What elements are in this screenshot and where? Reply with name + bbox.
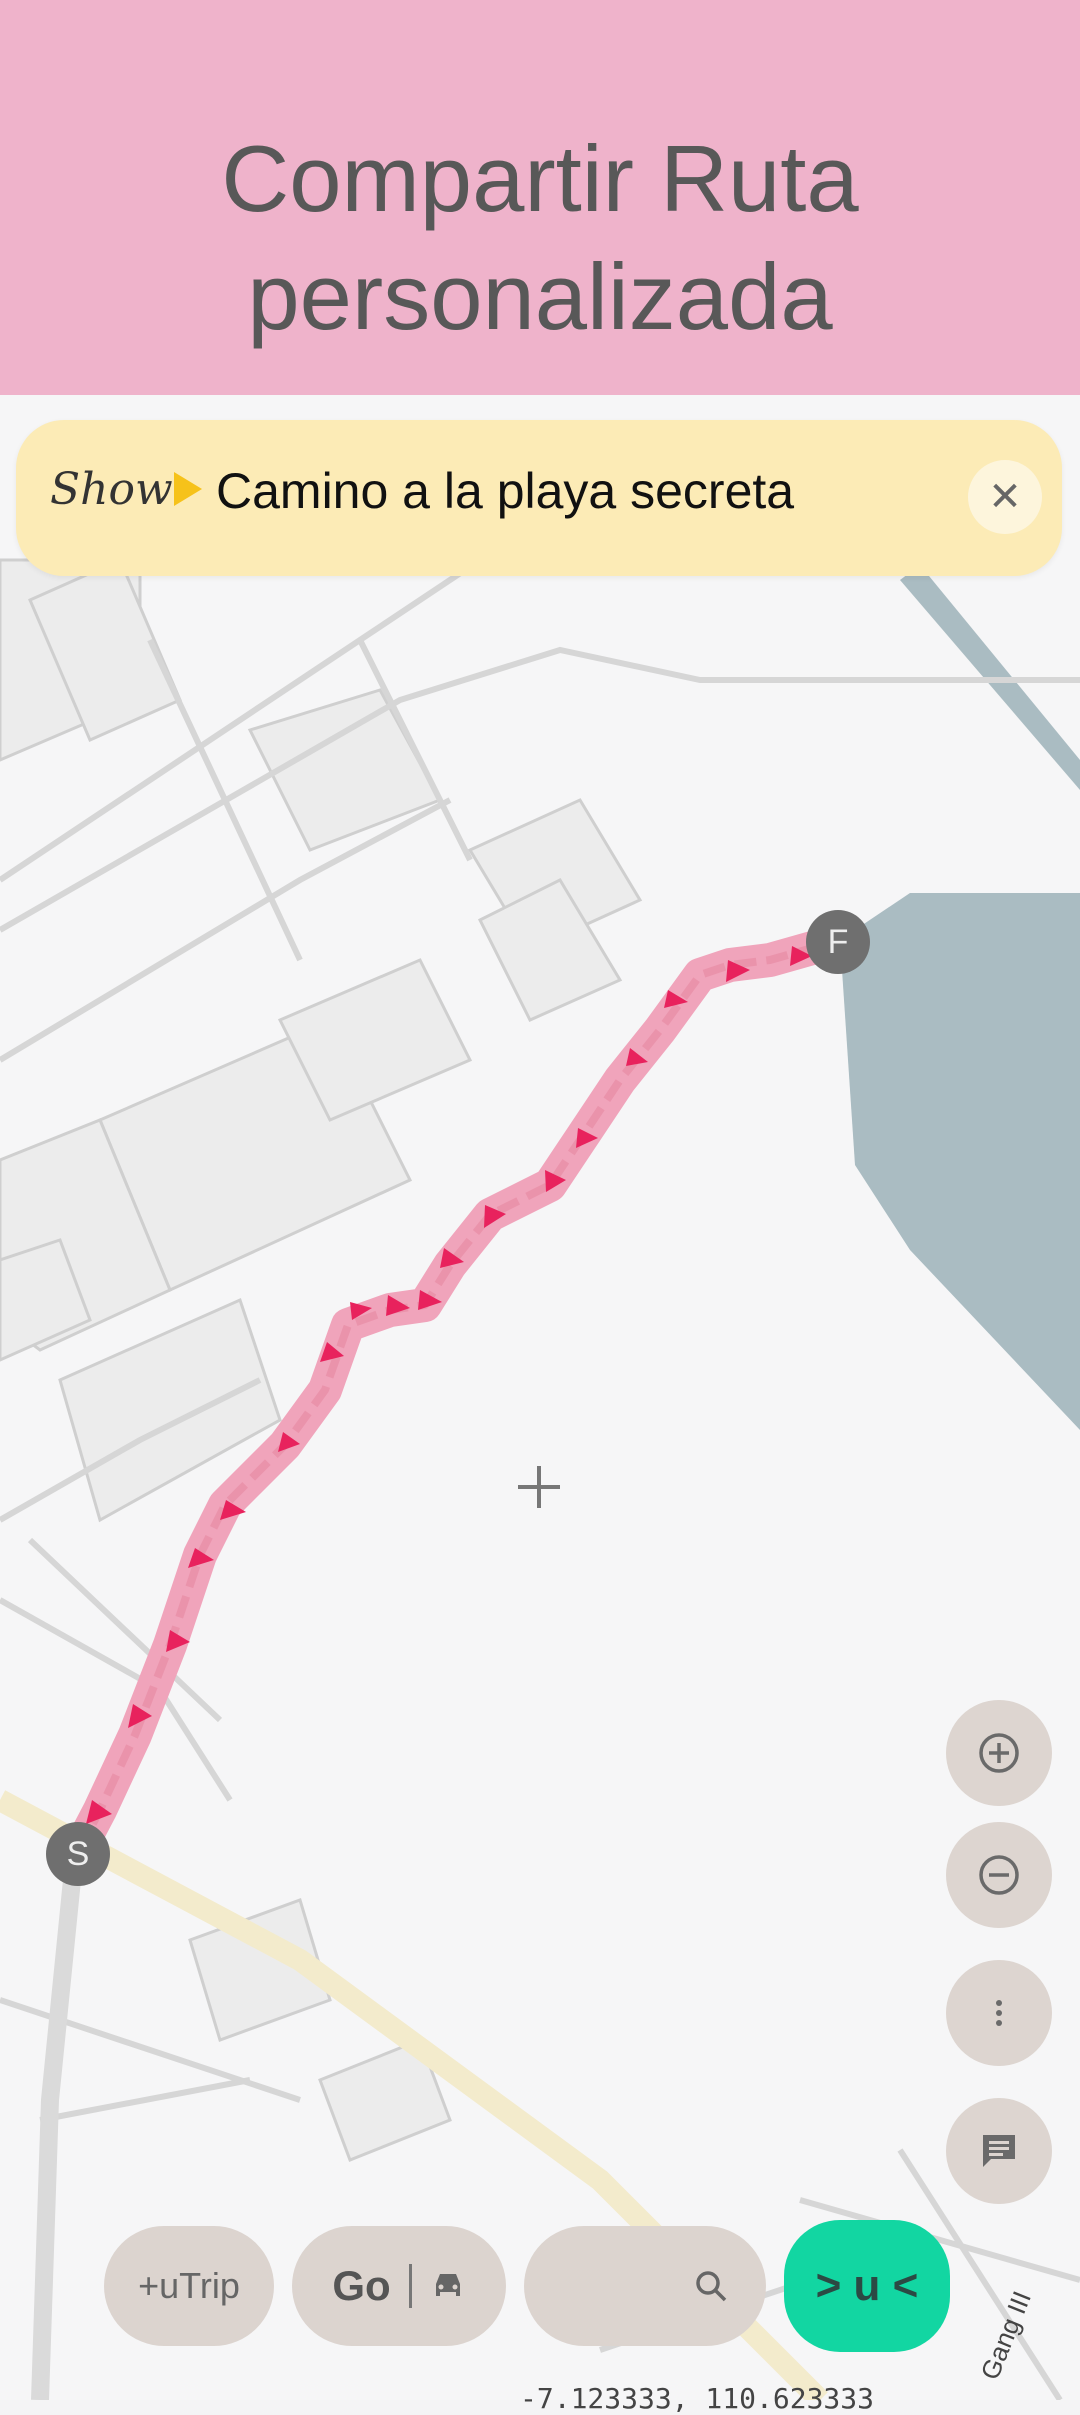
play-arrow-icon bbox=[174, 472, 202, 506]
finish-marker[interactable]: F bbox=[806, 910, 870, 974]
map-view[interactable] bbox=[0, 395, 1080, 2400]
zoom-out-icon bbox=[979, 1855, 1019, 1895]
coordinates-readout: -7.123333, 110.623333 bbox=[520, 2382, 875, 2415]
chat-button[interactable] bbox=[946, 2098, 1052, 2204]
zoom-in-button[interactable] bbox=[946, 1700, 1052, 1806]
chat-icon bbox=[983, 2135, 1015, 2167]
header: Compartir Ruta personalizada bbox=[0, 0, 1080, 395]
more-vert-icon bbox=[996, 2000, 1002, 2026]
water-area bbox=[840, 893, 1080, 1430]
go-button[interactable]: Go bbox=[292, 2226, 506, 2346]
map-canvas bbox=[0, 477, 1080, 2400]
go-label: Go bbox=[332, 2262, 391, 2309]
action-button[interactable]: > u < bbox=[784, 2220, 950, 2352]
search-button[interactable] bbox=[524, 2226, 766, 2346]
divider bbox=[408, 2264, 412, 2308]
add-trip-label: +uTrip bbox=[138, 2265, 240, 2306]
search-icon bbox=[696, 2271, 727, 2302]
close-icon[interactable]: ✕ bbox=[968, 460, 1042, 534]
more-options-button[interactable] bbox=[946, 1960, 1052, 2066]
route-name: Camino a la playa secreta bbox=[216, 463, 795, 519]
add-trip-button[interactable]: +uTrip bbox=[104, 2226, 274, 2346]
route-banner[interactable]: Show Camino a la playa secreta ✕ bbox=[16, 420, 1062, 576]
zoom-in-icon bbox=[979, 1733, 1019, 1773]
secondary-road bbox=[31, 1849, 84, 2400]
start-marker[interactable]: S bbox=[46, 1822, 110, 1886]
car-icon bbox=[435, 2274, 460, 2296]
zoom-out-button[interactable] bbox=[946, 1822, 1052, 1928]
crosshair-icon bbox=[518, 1466, 560, 1508]
action-label: > u < bbox=[815, 2261, 919, 2310]
show-label: Show bbox=[50, 464, 173, 515]
page-title: Compartir Ruta personalizada bbox=[221, 126, 859, 349]
